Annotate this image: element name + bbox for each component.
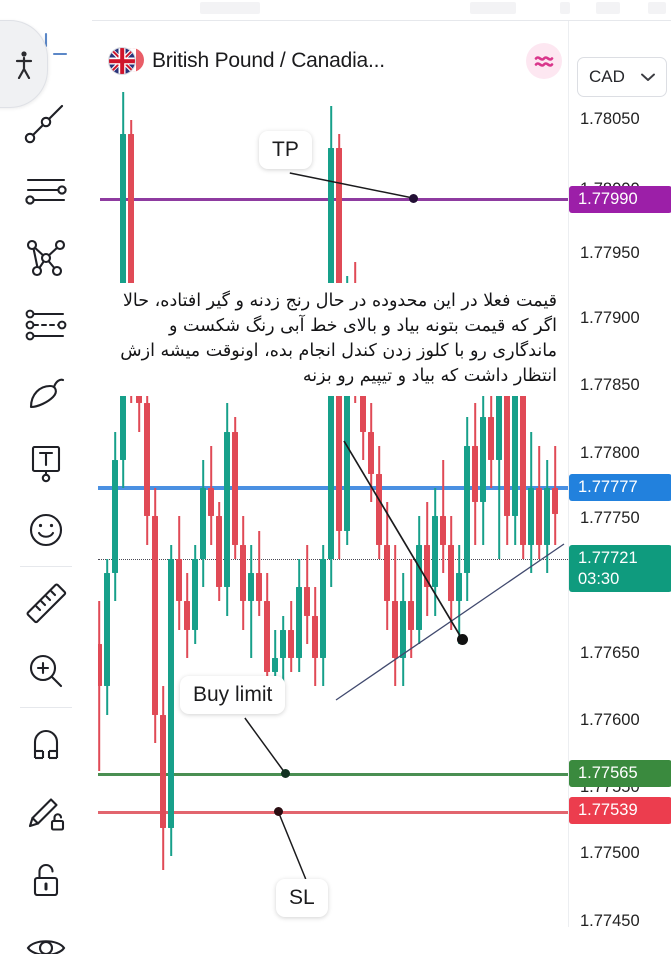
- price-tick: 1.77750: [580, 509, 640, 527]
- price-pill-time: 03:30: [578, 569, 620, 588]
- toolbar-item-zoom-in-tool[interactable]: [0, 637, 92, 705]
- price-tick: 1.77650: [580, 644, 640, 662]
- smiley-icon: [29, 513, 63, 547]
- toolbar-item-emoji-tool[interactable]: [0, 496, 92, 564]
- horizontal-lines-icon: [25, 178, 67, 205]
- fib-retracement-icon: [25, 309, 67, 341]
- gbp-cad-flag-icon: [108, 44, 144, 78]
- analysis-note[interactable]: قیمت فعلا در این محدوده در حال رنج زدنه …: [98, 283, 565, 397]
- toolbar-item-drawing-lock-tool[interactable]: [0, 778, 92, 846]
- magnet-icon: [33, 730, 59, 760]
- symbol-title[interactable]: British Pound / Canadia...: [152, 49, 516, 73]
- magnifier-plus-icon: [29, 654, 63, 688]
- price-tick: 1.77950: [580, 244, 640, 262]
- pitchfork-icon: [26, 239, 66, 277]
- toolbar-item-measure-tool[interactable]: [0, 569, 92, 637]
- price-scale[interactable]: CAD 1.780501.780001.779501.779001.778501…: [568, 21, 671, 930]
- toolbar-divider-1: [20, 566, 72, 567]
- price-tick: 1.77450: [580, 912, 640, 930]
- price-tick: 1.77900: [580, 309, 640, 327]
- toolbar-item-pitchfork-tool[interactable]: [0, 224, 92, 292]
- price-tick: 1.77850: [580, 376, 640, 394]
- take-profit-price-pill[interactable]: 1.77990: [569, 186, 671, 213]
- buy-limit-price-pill[interactable]: 1.77565: [569, 760, 671, 787]
- chart-container: TP Buy limit SL British Pound / Canadia...: [92, 20, 671, 930]
- drawing-line-anchor-dot[interactable]: [456, 633, 468, 645]
- toolbar-item-fib-retracement-tool[interactable]: [0, 292, 92, 360]
- current-price-pill[interactable]: 1.77721 03:30: [569, 545, 671, 593]
- brush-icon: [29, 378, 65, 409]
- trading-chart-screen: TP Buy limit SL British Pound / Canadia...: [0, 0, 671, 954]
- take-profit-callout[interactable]: TP: [259, 131, 312, 169]
- toolbar-item-cursor-crosshair-tool[interactable]: [0, 20, 92, 108]
- callout-leader-lines: [244, 172, 414, 880]
- resistance-price-pill[interactable]: 1.77777: [569, 474, 671, 501]
- ghost-chip-5: [648, 2, 666, 14]
- stop-loss-price-pill[interactable]: 1.77539: [569, 797, 671, 824]
- drawing-toolbar: [0, 20, 93, 954]
- top-partial-strip: [0, 0, 671, 20]
- toolbar-item-lock-drawings-tool[interactable]: [0, 846, 92, 914]
- toolbar-item-magnet-tool[interactable]: [0, 710, 92, 778]
- eye-icon: [26, 940, 66, 954]
- ghost-chip-2: [470, 2, 516, 14]
- buy-limit-leader-line: [244, 717, 286, 774]
- gbp-flag-icon: [108, 47, 136, 75]
- stop-loss-leader-line: [277, 810, 307, 880]
- toolbar-item-brush-tool[interactable]: [0, 360, 92, 428]
- buy-limit-callout[interactable]: Buy limit: [180, 676, 286, 714]
- toolbar-divider-2: [20, 707, 72, 708]
- price-tick: 1.77500: [580, 844, 640, 862]
- take-profit-anchor-dot[interactable]: [408, 193, 418, 203]
- ghost-chip-4: [596, 2, 620, 14]
- chart-canvas[interactable]: TP Buy limit SL: [98, 21, 568, 927]
- take-profit-leader-line: [289, 172, 414, 199]
- buy-limit-anchor-dot[interactable]: [280, 768, 290, 778]
- trend-line-icon: [24, 104, 64, 144]
- price-tick: 1.78050: [580, 110, 640, 128]
- text-balloon-icon: [31, 445, 61, 483]
- toolbar-item-text-tool[interactable]: [0, 428, 92, 496]
- currency-selector[interactable]: CAD: [577, 57, 667, 97]
- price-tick: 1.77600: [580, 711, 640, 729]
- stop-loss-callout[interactable]: SL: [276, 879, 328, 917]
- ghost-chip-1: [200, 2, 260, 14]
- toolbar-item-hide-drawings-tool[interactable]: [0, 914, 92, 954]
- person-icon: [15, 51, 33, 79]
- currency-selector-value: CAD: [589, 67, 625, 86]
- chevron-down-icon: [641, 73, 655, 81]
- wave-indicator-icon[interactable]: [526, 43, 562, 79]
- chart-header: British Pound / Canadia...: [98, 33, 568, 89]
- toolbar-item-horizontal-lines-tool[interactable]: [0, 156, 92, 224]
- price-tick: 1.77800: [580, 444, 640, 462]
- ghost-chip-3: [560, 2, 570, 14]
- pencil-lock-icon: [28, 798, 65, 831]
- ruler-icon: [26, 583, 67, 624]
- stop-loss-anchor-dot[interactable]: [273, 806, 283, 816]
- padlock-icon: [33, 863, 59, 897]
